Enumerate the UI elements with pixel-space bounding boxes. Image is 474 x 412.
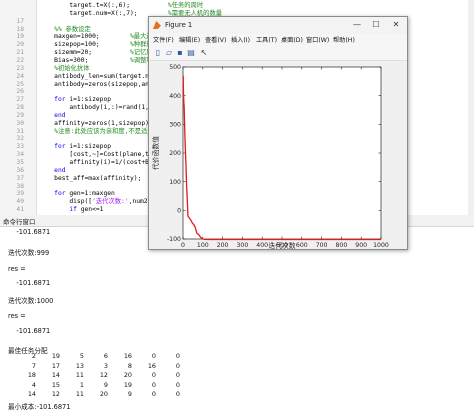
code-text: if gen<=1 <box>39 205 103 214</box>
command-output-line: -101.6871 <box>8 279 51 287</box>
menu-window[interactable]: 窗口(W) <box>306 35 329 44</box>
x-tick-label: 300 <box>236 242 248 249</box>
matrix-cell: 0 <box>151 390 156 399</box>
menu-view[interactable]: 查看(V) <box>205 35 226 44</box>
y-tick-label: 400 <box>169 93 181 100</box>
y-tick-label: 100 <box>169 179 181 186</box>
matrix-cell: 7 <box>31 361 36 370</box>
y-tick-label: -100 <box>167 236 181 243</box>
close-button[interactable]: ✕ <box>388 18 404 32</box>
matrix-cell: 17 <box>51 361 60 370</box>
matrix-cell: 12 <box>51 390 60 399</box>
matrix-cell: 0 <box>175 371 180 380</box>
command-output-line: 迭代次数:1000 <box>8 297 54 305</box>
figure-canvas[interactable]: 0 100 200 300 400 500 600 700 800 900 1000 -100 0 100… <box>149 61 407 249</box>
y-tick-label: 200 <box>169 150 181 157</box>
command-output-line: res = <box>8 265 26 273</box>
y-tick-label: 300 <box>169 122 181 129</box>
open-icon[interactable]: ▱ <box>164 48 174 57</box>
code-token: best_aff=max(affinity); <box>39 174 142 182</box>
code-text: %注意:此处应该为亲和度,不是适应度 <box>39 127 160 136</box>
save-icon[interactable]: ▪ <box>175 48 185 57</box>
editor-scrollbar[interactable] <box>468 0 474 215</box>
command-output-line: -101.6871 <box>8 228 51 236</box>
matrix-cell: 18 <box>27 371 36 380</box>
matrix-cell: 16 <box>147 361 156 370</box>
new-figure-icon[interactable]: ▯ <box>153 48 163 57</box>
print-icon[interactable]: ▤ <box>186 48 196 57</box>
matrix-cell: 12 <box>99 371 108 380</box>
x-tick-label: 400 <box>256 242 268 249</box>
convergence-plot[interactable]: 0 100 200 300 400 500 600 700 800 900 1000-1000100… <box>149 61 407 249</box>
matrix-cell: 20 <box>123 371 132 380</box>
figure-titlebar[interactable]: Figure 1 — ☐ ✕ <box>149 17 407 34</box>
code-token: gen<=1 <box>76 206 104 214</box>
matrix-cell: 5 <box>79 352 84 360</box>
y-tick-label: 500 <box>169 64 181 71</box>
matrix-cell: 15 <box>51 380 60 389</box>
x-tick-label: 700 <box>316 242 328 249</box>
minimize-button[interactable]: — <box>349 18 365 32</box>
matrix-cell: 19 <box>123 380 132 389</box>
command-window-title: 命令行窗口 <box>3 218 36 226</box>
command-output-line: -101.6871 <box>8 327 51 335</box>
matrix-cell: 0 <box>151 380 156 389</box>
line-number: 41 <box>16 206 24 214</box>
matrix-cell: 3 <box>103 361 108 370</box>
matrix-cell: 9 <box>103 380 108 389</box>
matrix-cell: 11 <box>75 390 84 399</box>
command-output-line: 迭代次数:999 <box>8 249 50 257</box>
y-axis-label: 代价函数值 <box>151 136 160 170</box>
code-text: best_aff=max(affinity); <box>39 174 141 183</box>
x-tick-label: 100 <box>197 242 209 249</box>
matrix-cell: 0 <box>175 352 180 360</box>
matrix-cell: 16 <box>123 352 132 360</box>
maximize-button[interactable]: ☐ <box>368 18 384 32</box>
matrix-cell: 4 <box>31 380 36 389</box>
pointer-icon[interactable]: ↖ <box>199 48 209 57</box>
code-token: %注意:此处应该为亲和度,不是适应度 <box>39 127 160 135</box>
menu-tools[interactable]: 工具(T) <box>256 35 277 44</box>
x-tick-label: 0 <box>181 242 185 249</box>
x-tick-label: 600 <box>296 242 308 249</box>
figure-toolbar: ▯ ▱ ▪ ▤ ↖ <box>149 46 407 61</box>
menu-desktop[interactable]: 桌面(D) <box>281 35 303 44</box>
plot-area <box>182 66 382 240</box>
matrix-cell: 2 <box>31 352 36 360</box>
x-tick-label: 200 <box>217 242 229 249</box>
command-output-line: 最小成本:-101.6871 <box>8 403 71 411</box>
code-token: if <box>69 206 77 214</box>
matrix-cell: 0 <box>175 361 180 370</box>
x-tick-label: 900 <box>355 242 367 249</box>
menu-edit[interactable]: 编辑(E) <box>179 35 200 44</box>
matrix-cell: 11 <box>75 371 84 380</box>
menu-help[interactable]: 帮助(H) <box>333 35 355 44</box>
matrix-cell: 20 <box>99 390 108 399</box>
matrix-cell: 6 <box>103 352 108 360</box>
figure-title: Figure 1 <box>165 21 193 29</box>
figure-window[interactable]: Figure 1 — ☐ ✕ 文件(F) 编辑(E) 查看(V) 插入(I) 工… <box>148 16 408 250</box>
y-tick-label: 0 <box>177 208 181 215</box>
matrix-cell: 13 <box>75 361 84 370</box>
matrix-cell: 14 <box>51 371 60 380</box>
matlab-logo-icon <box>153 21 161 29</box>
x-tick-label: 800 <box>335 242 347 249</box>
matrix-cell: 0 <box>151 352 156 360</box>
matrix-cell: 0 <box>175 380 180 389</box>
x-axis-label: 迭代次数 <box>268 241 295 249</box>
matrix-cell: 14 <box>27 390 36 399</box>
menu-file[interactable]: 文件(F) <box>153 35 174 44</box>
matrix-cell: 9 <box>127 390 132 399</box>
x-tick-label: 1000 <box>373 242 389 249</box>
menu-insert[interactable]: 插入(I) <box>231 35 250 44</box>
matrix-cell: 1 <box>79 380 84 389</box>
matrix-cell: 0 <box>151 371 156 380</box>
matrix-cell: 0 <box>175 390 180 399</box>
matrix-cell: 19 <box>51 352 60 360</box>
matrix-cell: 8 <box>127 361 132 370</box>
figure-menubar: 文件(F) 编辑(E) 查看(V) 插入(I) 工具(T) 桌面(D) 窗口(W… <box>149 34 407 46</box>
command-output-line: res = <box>8 312 26 320</box>
